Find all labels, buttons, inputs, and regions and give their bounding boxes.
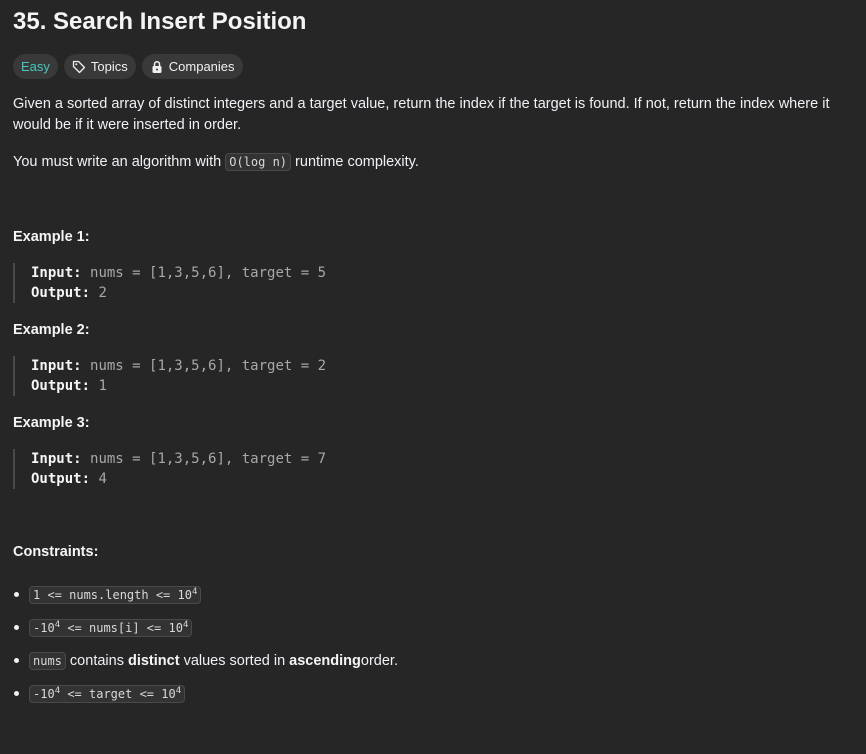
constraint-1-text: 1 <= nums.length <= 10 (33, 587, 192, 602)
complexity-paragraph: You must write an algorithm with O(log n… (13, 152, 853, 173)
lock-icon (150, 60, 164, 74)
constraint-3-bold-2: ascending (289, 652, 361, 669)
constraint-item: 1 <= nums.length <= 104 (13, 578, 398, 611)
constraint-3-code: nums (29, 651, 66, 670)
topics-label: Topics (90, 59, 128, 74)
companies-button[interactable]: Companies (141, 54, 243, 79)
companies-label: Companies (168, 59, 235, 74)
complexity-code: O(log n) (225, 153, 292, 171)
example-2-block: Input: nums = [1,3,5,6], target = 2 Outp… (13, 356, 631, 396)
constraint-item: -104 <= target <= 104 (13, 677, 398, 710)
example-3-block: Input: nums = [1,3,5,6], target = 7 Outp… (13, 449, 631, 489)
example-1-input-label: Input: (31, 265, 82, 281)
example-3-output: 4 (98, 471, 107, 487)
constraint-2-lower: -10 (33, 620, 55, 635)
example-2-input-label: Input: (31, 358, 82, 374)
example-1-block: Input: nums = [1,3,5,6], target = 5 Outp… (13, 263, 631, 303)
example-2-output-label: Output: (31, 378, 91, 394)
example-2-output: 1 (98, 378, 107, 394)
constraint-1-code: 1 <= nums.length <= 104 (29, 585, 202, 604)
constraints-list: 1 <= nums.length <= 104 -104 <= nums[i] … (13, 578, 398, 710)
tag-row: Easy Topics Companies (13, 54, 243, 79)
example-3-input: nums = [1,3,5,6], target = 7 (90, 451, 327, 467)
tag-icon (72, 60, 86, 74)
complexity-text-after: runtime complexity. (291, 154, 419, 170)
constraint-3-bold-1: distinct (127, 652, 180, 669)
example-1-input: nums = [1,3,5,6], target = 5 (90, 265, 327, 281)
complexity-text-before: You must write an algorithm with (13, 154, 226, 170)
example-2-heading: Example 2: (13, 322, 90, 338)
description-paragraph: Given a sorted array of distinct integer… (13, 96, 830, 133)
difficulty-badge[interactable]: Easy (13, 54, 58, 79)
constraint-2-code: -104 <= nums[i] <= 104 (29, 618, 193, 637)
constraint-2-upper-exponent: 4 (182, 619, 189, 630)
constraint-2-upper: <= nums[i] <= 10 (60, 620, 183, 635)
constraint-4-upper: <= target <= 10 (60, 686, 176, 701)
example-1-output-label: Output: (31, 285, 91, 301)
constraint-item: nums contains distinct values sorted in … (13, 644, 398, 677)
constraint-1-exponent: 4 (191, 586, 198, 597)
topics-button[interactable]: Topics (63, 54, 136, 79)
constraint-3-text-2: values sorted in (179, 652, 290, 669)
example-3-heading: Example 3: (13, 415, 90, 431)
constraint-4-upper-exponent: 4 (175, 685, 182, 696)
constraint-3-text-1: contains (65, 652, 128, 669)
example-1-output: 2 (98, 285, 107, 301)
constraints-heading: Constraints: (13, 544, 99, 560)
problem-title: 35. Search Insert Position (13, 8, 307, 35)
example-1-heading: Example 1: (13, 229, 90, 245)
example-3-output-label: Output: (31, 471, 91, 487)
constraint-item: -104 <= nums[i] <= 104 (13, 611, 398, 644)
example-2-input: nums = [1,3,5,6], target = 2 (90, 358, 327, 374)
constraint-4-lower: -10 (33, 686, 55, 701)
constraint-4-code: -104 <= target <= 104 (29, 684, 186, 703)
example-3-input-label: Input: (31, 451, 82, 467)
constraint-3-text-3: order. (360, 652, 398, 669)
